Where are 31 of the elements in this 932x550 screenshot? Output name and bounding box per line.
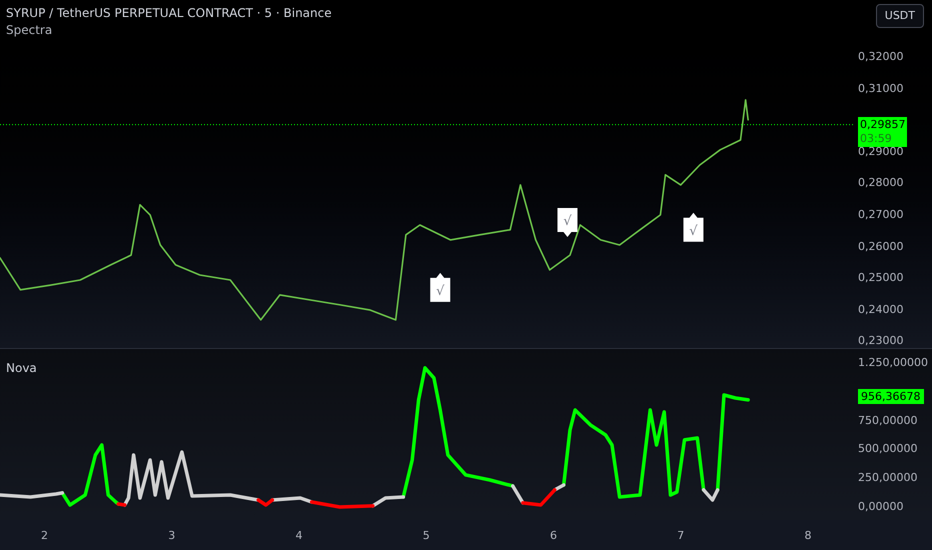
time-axis-label: 5 [422,528,431,544]
time-axis-label: 8 [803,528,812,544]
price-axis-label: 0,26000 [858,240,904,254]
time-axis-label: 3 [167,528,176,544]
time-axis-label: 7 [676,528,686,544]
price-axis-label: 0,31000 [858,82,904,96]
indicator-axis-label: 500,00000 [858,442,918,456]
currency-button[interactable]: USDT [876,4,924,28]
signal-marker: √ [683,212,704,242]
signal-marker: √ [430,272,450,302]
price-axis-label: 0,28000 [858,176,904,190]
price-axis-label: 0,25000 [858,271,904,286]
indicator-title: Nova [6,360,37,377]
indicator-axis-label: 0,00000 [858,500,904,514]
price-value: 0,29857 [860,118,906,132]
indicator-axis-label: 750,00000 [858,414,918,428]
indicator-axis-label: 1.250,00000 [858,356,928,370]
price-axis-label: 0,27000 [858,208,904,222]
time-axis-label: 6 [548,528,558,544]
price-axis-label: 0,29000 [858,144,904,159]
symbol-title: SYRUP / TetherUS PERPETUAL CONTRACT · 5 · Binance [6,5,332,22]
indicator-axis-label: 250,00000 [858,471,918,486]
countdown-text: 03:59 [860,132,892,146]
time-axis-label: 4 [294,528,304,544]
time-axis-label: 2 [40,528,50,544]
price-axis-label: 0,32000 [858,50,904,64]
indicator-label: Spectra [6,22,54,39]
price-axis-label: 0,24000 [858,302,904,317]
price-axis-label: 0,23000 [858,334,904,348]
value-badge: 956,36678 [858,388,924,404]
signal-marker: √ [557,208,578,237]
